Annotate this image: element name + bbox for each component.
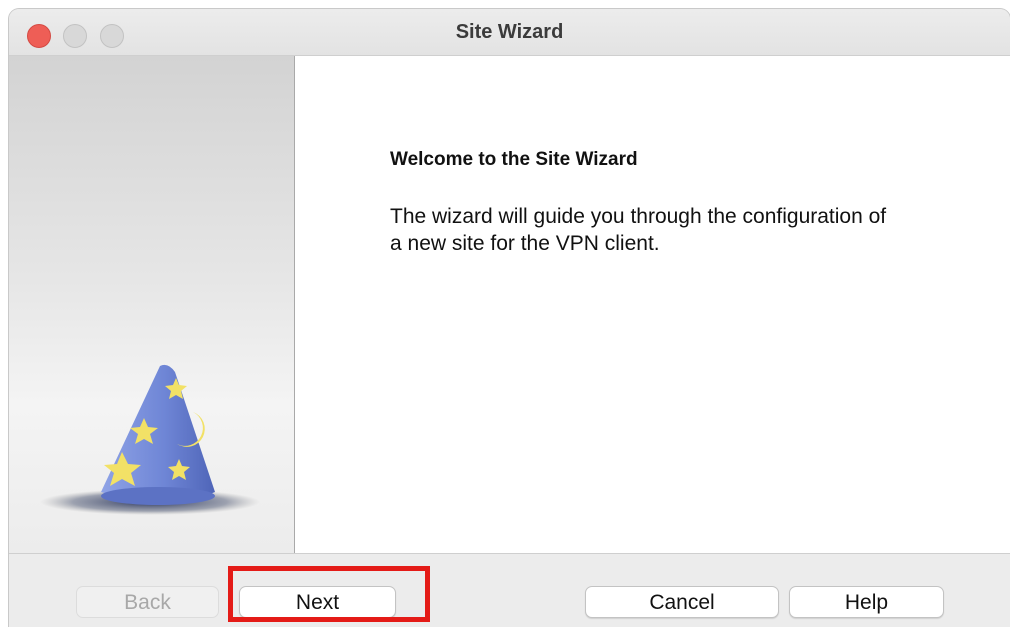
cancel-button[interactable]: Cancel [585, 586, 779, 618]
title-bar[interactable]: Site Wizard [9, 9, 1010, 56]
site-wizard-window: Site Wizard Welcome to the Site Wizard T… [9, 9, 1010, 627]
button-bar: Back Next Cancel Help [9, 553, 1010, 627]
wizard-description: The wizard will guide you through the co… [390, 205, 887, 255]
wizard-side-panel [9, 56, 295, 553]
welcome-heading: Welcome to the Site Wizard [390, 149, 638, 170]
back-button[interactable]: Back [76, 586, 219, 618]
wizard-content-panel: Welcome to the Site Wizard The wizard wi… [295, 56, 1010, 553]
next-button[interactable]: Next [239, 586, 396, 618]
wizard-hat-icon [40, 364, 260, 515]
help-button[interactable]: Help [789, 586, 944, 618]
window-title: Site Wizard [455, 21, 564, 43]
